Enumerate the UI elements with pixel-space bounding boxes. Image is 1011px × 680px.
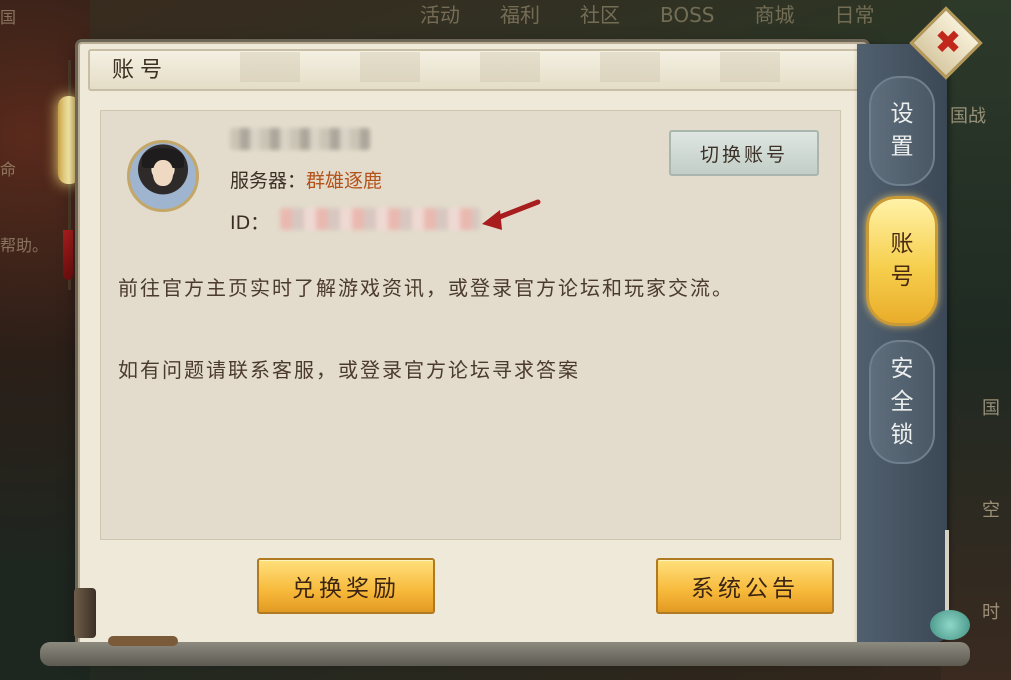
player-id-redacted bbox=[280, 208, 480, 230]
info-text-official-site: 前往官方主页实时了解游戏资讯，或登录官方论坛和玩家交流。 bbox=[118, 276, 734, 300]
bg-left-text-2: 命 bbox=[0, 160, 17, 179]
hud-top-menu: 活动 福利 社区 BOSS 商城 日常 bbox=[420, 0, 915, 30]
bg-right-text-2: 国 bbox=[982, 398, 1000, 419]
lantern-icon bbox=[58, 96, 80, 184]
tab-account-char-1: 账 bbox=[890, 231, 914, 257]
incense-stick-icon bbox=[945, 530, 949, 620]
bg-right-text-3: 空 bbox=[982, 500, 1000, 521]
tab-account[interactable]: 账 号 bbox=[866, 196, 938, 326]
redeem-reward-button[interactable]: 兑换奖励 bbox=[257, 558, 435, 614]
bg-right-text-4: 时 bbox=[982, 602, 1000, 623]
hud-menu-shop[interactable]: 商城 bbox=[755, 0, 795, 30]
avatar-face bbox=[153, 160, 173, 186]
bg-left-text-1: 国 bbox=[0, 8, 17, 27]
tab-security-char-2: 全 bbox=[890, 388, 914, 415]
tassel-icon bbox=[63, 230, 73, 280]
dialog-title: 账号 bbox=[112, 58, 169, 83]
tab-security-char-3: 锁 bbox=[890, 421, 914, 448]
hud-menu-boss[interactable]: BOSS bbox=[660, 0, 715, 30]
server-label: 服务器： bbox=[230, 170, 307, 192]
bg-right-text-1: 国战 bbox=[950, 106, 986, 127]
player-name-redacted bbox=[230, 128, 370, 150]
title-decoration bbox=[180, 52, 840, 82]
server-row: 服务器：群雄逐鹿 bbox=[230, 166, 382, 193]
red-arrow-icon bbox=[482, 199, 541, 230]
system-announcement-button[interactable]: 系统公告 bbox=[656, 558, 834, 614]
server-value: 群雄逐鹿 bbox=[306, 170, 383, 192]
hud-menu-daily[interactable]: 日常 bbox=[835, 0, 875, 30]
tab-settings-char-2: 置 bbox=[890, 134, 914, 160]
tab-security-char-1: 安 bbox=[890, 355, 914, 382]
close-icon[interactable]: ✖ bbox=[930, 22, 966, 62]
tab-security-lock[interactable]: 安 全 锁 bbox=[869, 340, 935, 464]
switch-account-button[interactable]: 切换账号 bbox=[669, 130, 819, 176]
tab-account-char-2: 号 bbox=[890, 264, 914, 290]
brush-decoration-icon bbox=[108, 636, 178, 646]
hud-menu-community[interactable]: 社区 bbox=[580, 0, 620, 30]
scroll-decoration-icon bbox=[74, 588, 96, 638]
id-label: ID： bbox=[230, 212, 270, 234]
info-text-support: 如有问题请联系客服，或登录官方论坛寻求答案 bbox=[118, 358, 580, 382]
hud-menu-activity[interactable]: 活动 bbox=[420, 0, 460, 30]
hud-menu-welfare[interactable]: 福利 bbox=[500, 0, 540, 30]
lotus-incense-icon bbox=[930, 610, 970, 640]
bottom-frame-bar bbox=[40, 642, 970, 666]
bg-left-text-3: 帮助。 bbox=[0, 236, 49, 255]
tab-settings-char-1: 设 bbox=[890, 101, 914, 127]
tab-settings[interactable]: 设 置 bbox=[869, 76, 935, 186]
